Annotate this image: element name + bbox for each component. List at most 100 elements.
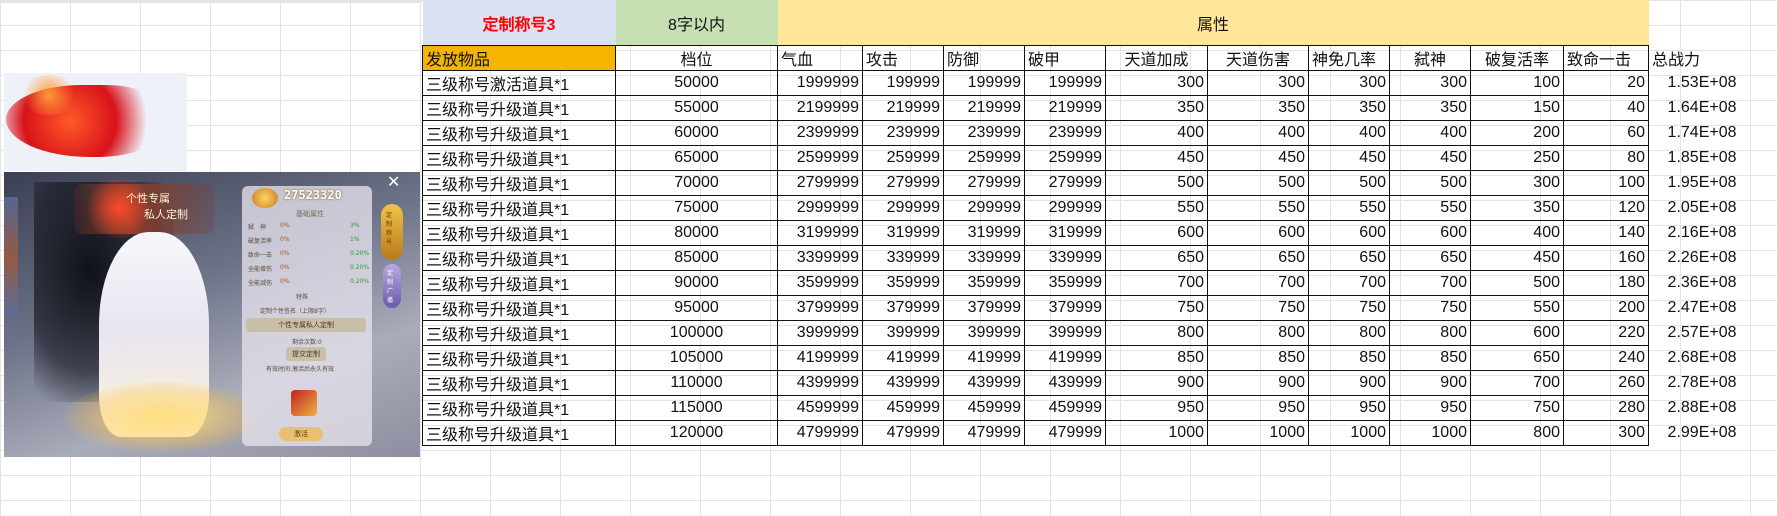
cell-tier[interactable]: 75000	[615, 195, 778, 221]
cell-armor-break[interactable]: 459999	[1024, 395, 1106, 421]
cell-divine-immune[interactable]: 500	[1308, 170, 1390, 196]
cell-tier[interactable]: 70000	[615, 170, 778, 196]
cell-tiandao-bonus[interactable]: 900	[1105, 370, 1208, 396]
cell-defense[interactable]: 219999	[943, 95, 1025, 121]
col-header-attack[interactable]: 攻击	[862, 45, 944, 71]
cell-critical[interactable]: 180	[1563, 270, 1649, 296]
cell-attack[interactable]: 439999	[862, 370, 944, 396]
cell-total-power[interactable]: 1.85E+08	[1649, 146, 1740, 171]
cell-tiandao-bonus[interactable]: 450	[1105, 145, 1208, 171]
cell-divine-immune[interactable]: 450	[1308, 145, 1390, 171]
cell-total-power[interactable]: 2.16E+08	[1649, 221, 1740, 246]
cell-armor-break[interactable]: 239999	[1024, 120, 1106, 146]
cell-revive-break[interactable]: 450	[1470, 245, 1564, 271]
cell-total-power[interactable]: 2.26E+08	[1649, 246, 1740, 271]
cell-attack[interactable]: 299999	[862, 195, 944, 221]
cell-tiandao-damage[interactable]: 650	[1207, 245, 1309, 271]
cell-total-power[interactable]: 2.57E+08	[1649, 321, 1740, 346]
cell-hp[interactable]: 4799999	[777, 420, 863, 446]
cell-tiandao-bonus[interactable]: 350	[1105, 95, 1208, 121]
col-header-item[interactable]: 发放物品	[422, 45, 616, 71]
cell-divine-immune[interactable]: 850	[1308, 345, 1390, 371]
cell-tiandao-damage[interactable]: 750	[1207, 295, 1309, 321]
cell-total-power[interactable]: 1.74E+08	[1649, 121, 1740, 146]
cell-critical[interactable]: 260	[1563, 370, 1649, 396]
cell-critical[interactable]: 40	[1563, 95, 1649, 121]
cell-hp[interactable]: 4599999	[777, 395, 863, 421]
cell-attack[interactable]: 259999	[862, 145, 944, 171]
cell-item[interactable]: 三级称号升级道具*1	[422, 220, 616, 246]
cell-defense[interactable]: 259999	[943, 145, 1025, 171]
cell-divine-immune[interactable]: 300	[1308, 70, 1390, 96]
cell-divine-immune[interactable]: 600	[1308, 220, 1390, 246]
cell-total-power[interactable]: 2.88E+08	[1649, 396, 1740, 421]
cell-total-power[interactable]: 1.95E+08	[1649, 171, 1740, 196]
col-header-tiandao-bonus[interactable]: 天道加成	[1105, 45, 1208, 71]
cell-revive-break[interactable]: 500	[1470, 270, 1564, 296]
cell-hp[interactable]: 2599999	[777, 145, 863, 171]
cell-armor-break[interactable]: 219999	[1024, 95, 1106, 121]
attribute-group-header[interactable]: 属性	[777, 0, 1649, 46]
cell-tier[interactable]: 100000	[615, 320, 778, 346]
cell-tiandao-damage[interactable]: 300	[1207, 70, 1309, 96]
cell-tiandao-damage[interactable]: 400	[1207, 120, 1309, 146]
cell-item[interactable]: 三级称号升级道具*1	[422, 345, 616, 371]
cell-defense[interactable]: 439999	[943, 370, 1025, 396]
cell-godslayer[interactable]: 450	[1389, 145, 1471, 171]
close-icon[interactable]: ✕	[387, 172, 400, 191]
cell-godslayer[interactable]: 900	[1389, 370, 1471, 396]
cell-hp[interactable]: 3199999	[777, 220, 863, 246]
col-header-tiandao-damage[interactable]: 天道伤害	[1207, 45, 1309, 71]
cell-item[interactable]: 三级称号升级道具*1	[422, 245, 616, 271]
cell-armor-break[interactable]: 479999	[1024, 420, 1106, 446]
cell-defense[interactable]: 479999	[943, 420, 1025, 446]
cell-armor-break[interactable]: 279999	[1024, 170, 1106, 196]
private-custom-button[interactable]: 个性专属私人定制	[246, 318, 366, 332]
cell-defense[interactable]: 199999	[943, 70, 1025, 96]
cell-total-power[interactable]: 1.53E+08	[1649, 71, 1740, 96]
cell-tier[interactable]: 55000	[615, 95, 778, 121]
cell-tiandao-damage[interactable]: 900	[1207, 370, 1309, 396]
cell-revive-break[interactable]: 150	[1470, 95, 1564, 121]
cell-tiandao-bonus[interactable]: 300	[1105, 70, 1208, 96]
cell-revive-break[interactable]: 400	[1470, 220, 1564, 246]
cell-godslayer[interactable]: 950	[1389, 395, 1471, 421]
cell-attack[interactable]: 339999	[862, 245, 944, 271]
cell-revive-break[interactable]: 100	[1470, 70, 1564, 96]
cell-tiandao-bonus[interactable]: 850	[1105, 345, 1208, 371]
cell-item[interactable]: 三级称号升级道具*1	[422, 145, 616, 171]
cell-attack[interactable]: 419999	[862, 345, 944, 371]
cell-tier[interactable]: 50000	[615, 70, 778, 96]
cell-hp[interactable]: 2799999	[777, 170, 863, 196]
cell-item[interactable]: 三级称号升级道具*1	[422, 320, 616, 346]
cell-critical[interactable]: 160	[1563, 245, 1649, 271]
cell-tier[interactable]: 80000	[615, 220, 778, 246]
cell-critical[interactable]: 240	[1563, 345, 1649, 371]
cell-critical[interactable]: 220	[1563, 320, 1649, 346]
cell-item[interactable]: 三级称号升级道具*1	[422, 195, 616, 221]
cell-tiandao-bonus[interactable]: 650	[1105, 245, 1208, 271]
cell-divine-immune[interactable]: 750	[1308, 295, 1390, 321]
cell-revive-break[interactable]: 600	[1470, 320, 1564, 346]
cell-armor-break[interactable]: 299999	[1024, 195, 1106, 221]
cell-tier[interactable]: 60000	[615, 120, 778, 146]
col-header-tier[interactable]: 档位	[615, 45, 778, 71]
cell-divine-immune[interactable]: 1000	[1308, 420, 1390, 446]
cell-tiandao-damage[interactable]: 500	[1207, 170, 1309, 196]
cell-hp[interactable]: 3599999	[777, 270, 863, 296]
cell-critical[interactable]: 60	[1563, 120, 1649, 146]
cell-divine-immune[interactable]: 550	[1308, 195, 1390, 221]
cell-item[interactable]: 三级称号升级道具*1	[422, 95, 616, 121]
cell-armor-break[interactable]: 319999	[1024, 220, 1106, 246]
cell-attack[interactable]: 359999	[862, 270, 944, 296]
cell-godslayer[interactable]: 750	[1389, 295, 1471, 321]
cell-armor-break[interactable]: 419999	[1024, 345, 1106, 371]
cell-divine-immune[interactable]: 950	[1308, 395, 1390, 421]
cell-hp[interactable]: 3399999	[777, 245, 863, 271]
cell-divine-immune[interactable]: 700	[1308, 270, 1390, 296]
cell-tier[interactable]: 95000	[615, 295, 778, 321]
submit-custom-button[interactable]: 提交定制	[286, 347, 326, 361]
cell-revive-break[interactable]: 250	[1470, 145, 1564, 171]
cell-godslayer[interactable]: 700	[1389, 270, 1471, 296]
cell-tiandao-bonus[interactable]: 750	[1105, 295, 1208, 321]
